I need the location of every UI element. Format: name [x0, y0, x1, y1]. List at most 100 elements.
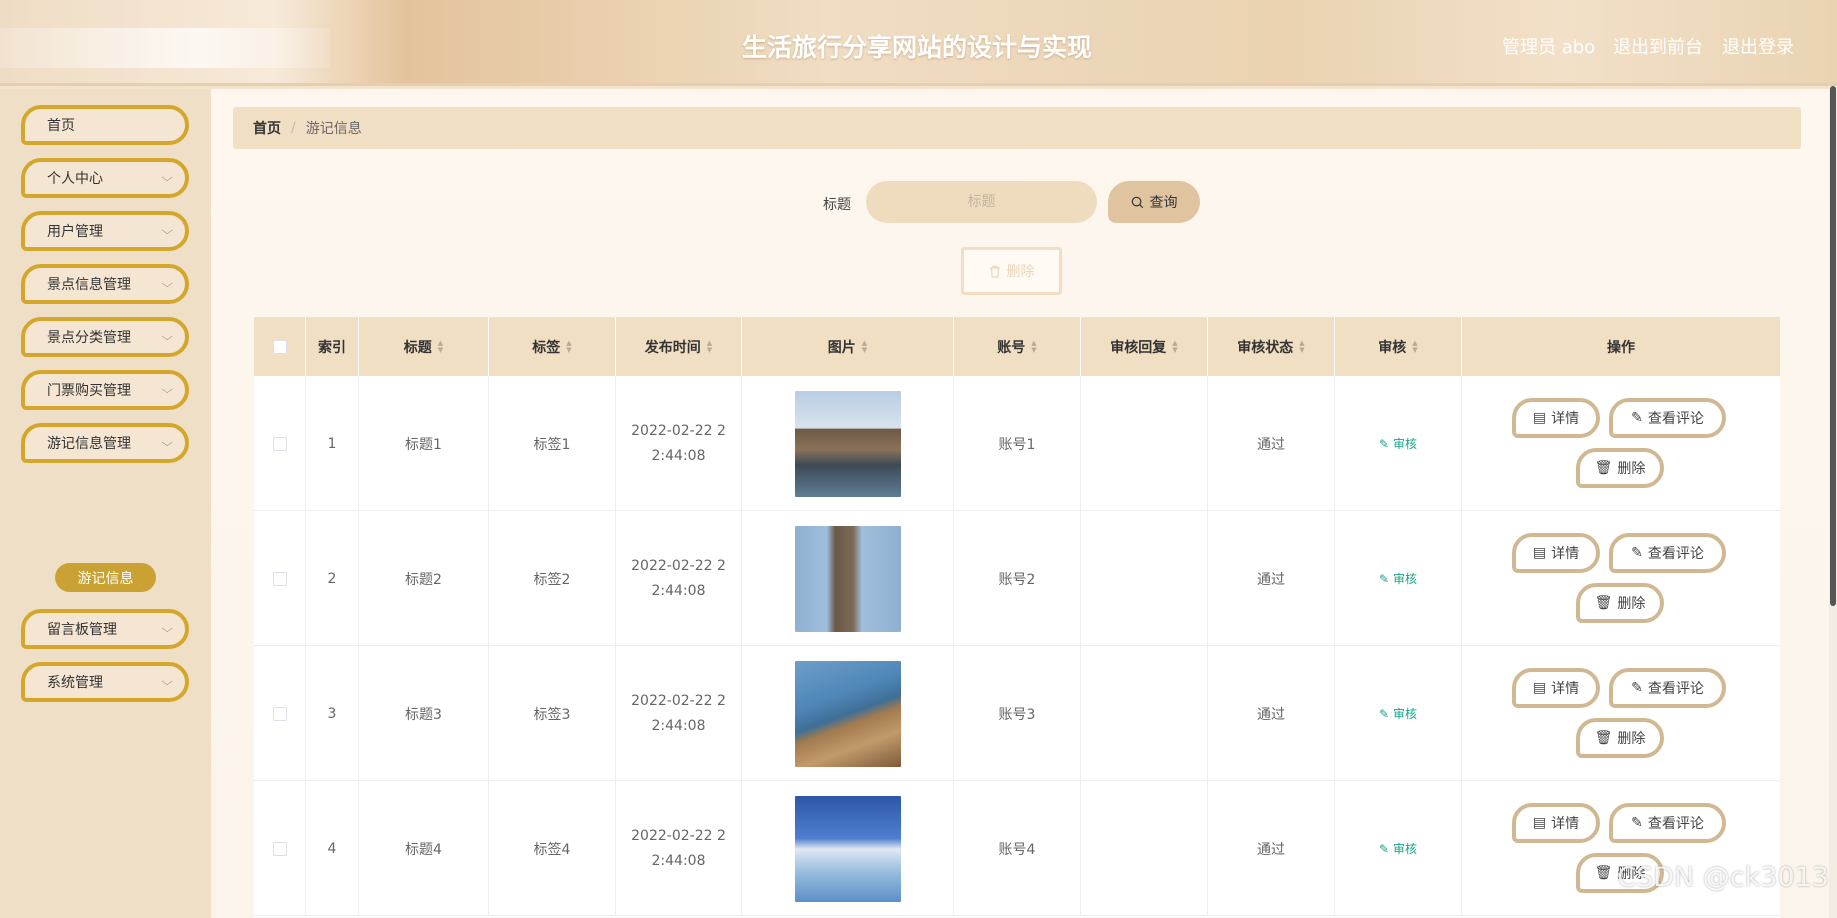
sidebar-item-system-management[interactable]: 系统管理 ⌵ — [21, 662, 189, 702]
image-cell — [742, 781, 954, 916]
column-header-audit-reply[interactable]: 审核回复 ▲ ▼ — [1081, 317, 1208, 376]
column-header-account[interactable]: 账号 ▲ ▼ — [954, 317, 1081, 376]
edit-icon: ✎ — [1378, 706, 1390, 721]
audit-link-label: 审核 — [1393, 437, 1418, 451]
column-header-label: 索引 — [318, 339, 346, 356]
sidebar-item-personal-center[interactable]: 个人中心 ⌵ — [21, 158, 189, 198]
column-header-tag[interactable]: 标签 ▲ ▼ — [489, 317, 616, 376]
row-checkbox[interactable] — [272, 706, 287, 721]
row-select-cell — [254, 511, 306, 646]
row-select-cell — [254, 646, 306, 781]
query-button[interactable]: 查询 — [1108, 181, 1200, 223]
search-input[interactable] — [866, 181, 1097, 223]
travelogue-table: 索引 标题 ▲▼ 标签 ▲▼ 发布时间 ▲▼ 图片 ▲▼ 账号 ▲▼ — [254, 317, 1780, 918]
edit-icon: ✎ — [1631, 815, 1643, 831]
delete-button[interactable]: 🗑 删除 — [1576, 448, 1664, 488]
detail-button-label: 详情 — [1551, 681, 1580, 697]
trash-icon: 🗑 — [1594, 730, 1613, 746]
sort-icon[interactable]: ▲ ▼ — [862, 339, 867, 354]
chevron-down-icon: ⌵ — [160, 171, 173, 184]
actions-cell: ▤ 详情 ✎ 查看评论 🗑 删除 — [1462, 646, 1780, 781]
image-cell — [742, 511, 954, 646]
breadcrumb-current: 游记信息 — [305, 121, 362, 137]
sidebar-item-label: 系统管理 — [47, 675, 103, 691]
audit-link[interactable]: ✎ 审核 — [1379, 435, 1417, 452]
sort-icon[interactable]: ▲ ▼ — [566, 339, 571, 354]
publish-time-line: 2:44:08 — [651, 852, 706, 869]
publish-time-cell: 2022-02-22 2 2:44:08 — [616, 511, 742, 646]
sidebar-item-scenic-info[interactable]: 景点信息管理 ⌵ — [21, 264, 189, 304]
travel-photo-pavilion[interactable] — [794, 390, 901, 497]
travel-photo-statue[interactable] — [794, 795, 901, 902]
sort-icon[interactable]: ▲ ▼ — [707, 339, 712, 354]
column-header-index: 索引 — [306, 317, 359, 376]
sidebar-subitem-travelogue[interactable]: 游记信息 — [55, 563, 156, 592]
row-checkbox[interactable] — [272, 436, 287, 451]
column-header-audit[interactable]: 审核 ▲ ▼ — [1335, 317, 1462, 376]
sidebar-item-scenic-category[interactable]: 景点分类管理 ⌵ — [21, 317, 189, 357]
batch-delete-button[interactable]: 删除 — [961, 247, 1062, 295]
publish-time-line: 2022-02-22 2 — [631, 422, 726, 439]
delete-button[interactable]: 🗑 删除 — [1576, 583, 1664, 623]
sidebar-item-user-management[interactable]: 用户管理 ⌵ — [21, 211, 189, 251]
detail-button[interactable]: ▤ 详情 — [1512, 398, 1600, 438]
publish-time-line: 2:44:08 — [651, 717, 706, 734]
sort-icon[interactable]: ▲ ▼ — [1412, 339, 1417, 354]
column-header-publish-time[interactable]: 发布时间 ▲ ▼ — [616, 317, 742, 376]
page-scrollbar[interactable] — [1829, 86, 1837, 918]
view-comments-button[interactable]: ✎ 查看评论 — [1609, 533, 1726, 573]
sort-icon[interactable]: ▲ ▼ — [1172, 339, 1177, 354]
sort-icon[interactable]: ▲ ▼ — [1031, 339, 1036, 354]
index-cell: 3 — [306, 646, 359, 781]
table-row: 3 标题3 标签3 2022-02-22 2 2:44:08 账号3 通过 ✎ 审核… — [254, 646, 1780, 781]
exit-to-frontend-link[interactable]: 退出到前台 — [1613, 33, 1703, 59]
row-select-cell — [254, 781, 306, 916]
view-comments-button[interactable]: ✎ 查看评论 — [1609, 398, 1726, 438]
breadcrumb-home[interactable]: 首页 — [253, 118, 281, 138]
chevron-down-icon: ⌵ — [160, 224, 173, 237]
column-header-label: 账号 — [997, 339, 1026, 356]
row-checkbox[interactable] — [272, 841, 287, 856]
publish-time-cell: 2022-02-22 2 2:44:08 — [616, 781, 742, 916]
column-header-label: 标题 — [403, 339, 432, 356]
row-checkbox[interactable] — [272, 571, 287, 586]
sidebar-item-travelogue-management[interactable]: 游记信息管理 ⌵ — [21, 423, 189, 463]
actions-cell: ▤ 详情 ✎ 查看评论 🗑 删除 — [1462, 781, 1780, 916]
audit-link[interactable]: ✎ 审核 — [1379, 705, 1417, 722]
sidebar-item-home[interactable]: 首页 — [21, 105, 189, 145]
chevron-down-icon: ⌵ — [160, 675, 173, 688]
delete-button[interactable]: 🗑 删除 — [1576, 718, 1664, 758]
detail-button-label: 详情 — [1551, 816, 1580, 832]
audit-cell: ✎ 审核 — [1335, 511, 1462, 646]
sidebar-item-ticket-purchase[interactable]: 门票购买管理 ⌵ — [21, 370, 189, 410]
tag-cell: 标签2 — [489, 511, 616, 646]
header-decoration — [0, 28, 330, 68]
title-cell: 标题4 — [359, 781, 489, 916]
select-all-checkbox[interactable] — [272, 339, 287, 354]
detail-button[interactable]: ▤ 详情 — [1512, 533, 1600, 573]
edit-icon: ✎ — [1378, 571, 1390, 586]
audit-link[interactable]: ✎ 审核 — [1379, 570, 1417, 587]
column-header-image[interactable]: 图片 ▲ ▼ — [742, 317, 954, 376]
select-all-cell — [254, 317, 306, 376]
audit-link[interactable]: ✎ 审核 — [1379, 840, 1417, 857]
audit-link-label: 审核 — [1393, 842, 1418, 856]
sort-icon[interactable]: ▲ ▼ — [438, 339, 443, 354]
sidebar-item-label: 景点信息管理 — [47, 277, 131, 293]
audit-reply-cell — [1081, 646, 1208, 781]
column-header-audit-status[interactable]: 审核状态 ▲ ▼ — [1208, 317, 1335, 376]
detail-button[interactable]: ▤ 详情 — [1512, 803, 1600, 843]
sidebar-item-label: 景点分类管理 — [47, 330, 131, 346]
travel-photo-coastal-rock[interactable] — [794, 660, 901, 767]
view-comments-button[interactable]: ✎ 查看评论 — [1609, 668, 1726, 708]
travel-photo-stone-pillar[interactable] — [794, 525, 901, 632]
column-header-label: 审核状态 — [1237, 339, 1294, 356]
column-header-title[interactable]: 标题 ▲ ▼ — [359, 317, 489, 376]
audit-status-cell: 通过 — [1208, 376, 1335, 511]
scrollbar-thumb[interactable] — [1830, 86, 1836, 606]
view-comments-button[interactable]: ✎ 查看评论 — [1609, 803, 1726, 843]
detail-button[interactable]: ▤ 详情 — [1512, 668, 1600, 708]
sidebar-item-message-board[interactable]: 留言板管理 ⌵ — [21, 609, 189, 649]
sort-icon[interactable]: ▲ ▼ — [1299, 339, 1304, 354]
logout-link[interactable]: 退出登录 — [1722, 33, 1794, 59]
